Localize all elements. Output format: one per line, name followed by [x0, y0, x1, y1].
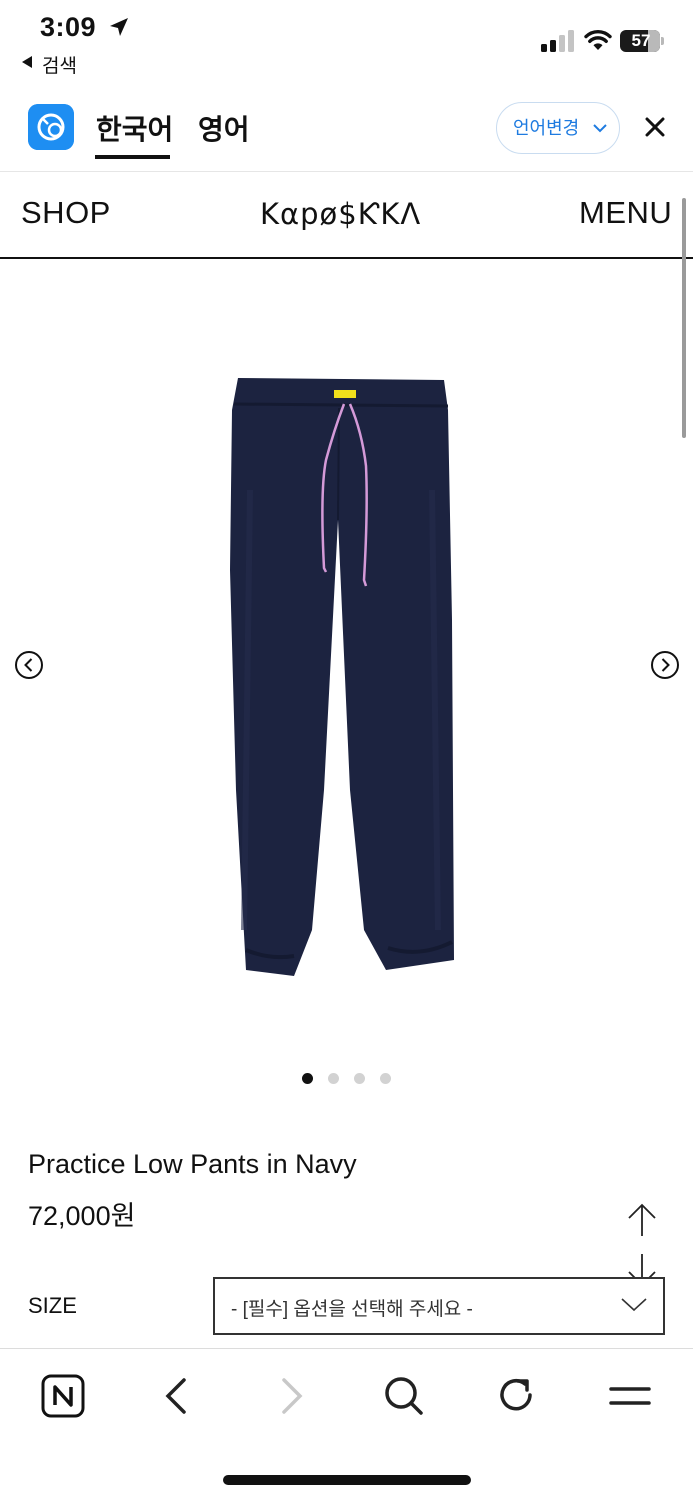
- back-icon[interactable]: [154, 1373, 200, 1419]
- battery-icon: 57: [620, 30, 664, 52]
- cell-signal-icon: [541, 30, 574, 52]
- chevron-down-icon: [621, 1298, 647, 1312]
- pagination-dot[interactable]: [302, 1073, 313, 1084]
- size-label: SIZE: [28, 1293, 77, 1318]
- menu-link[interactable]: MENU: [579, 195, 672, 231]
- papago-logo-icon: [28, 104, 74, 150]
- site-header: SHOP Kαpø$ƘKΛ MENU: [0, 173, 693, 259]
- search-icon[interactable]: [381, 1373, 427, 1419]
- next-image-button[interactable]: [650, 650, 680, 680]
- size-select-value: - [필수] 옵션을 선택해 주세요 -: [231, 1299, 473, 1320]
- change-language-button[interactable]: 언어변경: [496, 102, 620, 154]
- location-arrow-icon: [110, 18, 128, 36]
- menu-icon[interactable]: [607, 1373, 653, 1419]
- wifi-icon: [584, 29, 612, 50]
- refresh-icon[interactable]: [494, 1373, 540, 1419]
- pagination-dot[interactable]: [380, 1073, 391, 1084]
- translate-bar: 한국어 영어 언어변경: [0, 90, 693, 172]
- naver-home-icon[interactable]: [40, 1373, 86, 1419]
- active-tab-indicator: [95, 155, 170, 159]
- close-icon[interactable]: [644, 116, 666, 138]
- scroll-to-top-arrow-icon[interactable]: [625, 1202, 659, 1238]
- product-price: 72,000원: [28, 1201, 136, 1231]
- forward-icon[interactable]: [268, 1373, 314, 1419]
- home-indicator[interactable]: [223, 1475, 471, 1485]
- back-to-app-icon[interactable]: [22, 56, 32, 68]
- battery-level: 57: [631, 31, 651, 50]
- pagination-dot[interactable]: [354, 1073, 365, 1084]
- change-language-label: 언어변경: [513, 118, 580, 138]
- product-gallery: [0, 260, 693, 1060]
- status-time: 3:09: [40, 12, 97, 42]
- back-to-app-label[interactable]: 검색: [42, 51, 77, 78]
- tab-korean[interactable]: 한국어: [96, 108, 173, 148]
- chevron-down-icon: [593, 124, 607, 133]
- product-name: Practice Low Pants in Navy: [28, 1149, 357, 1179]
- tab-english[interactable]: 영어: [198, 108, 250, 148]
- brand-logo[interactable]: Kαpø$ƘKΛ: [260, 197, 421, 231]
- status-bar: 3:09 검색 57: [0, 0, 693, 82]
- shop-link[interactable]: SHOP: [21, 195, 111, 231]
- previous-image-button[interactable]: [14, 650, 44, 680]
- product-image[interactable]: [210, 370, 470, 980]
- pagination-dot[interactable]: [328, 1073, 339, 1084]
- size-select[interactable]: - [필수] 옵션을 선택해 주세요 -: [213, 1277, 665, 1335]
